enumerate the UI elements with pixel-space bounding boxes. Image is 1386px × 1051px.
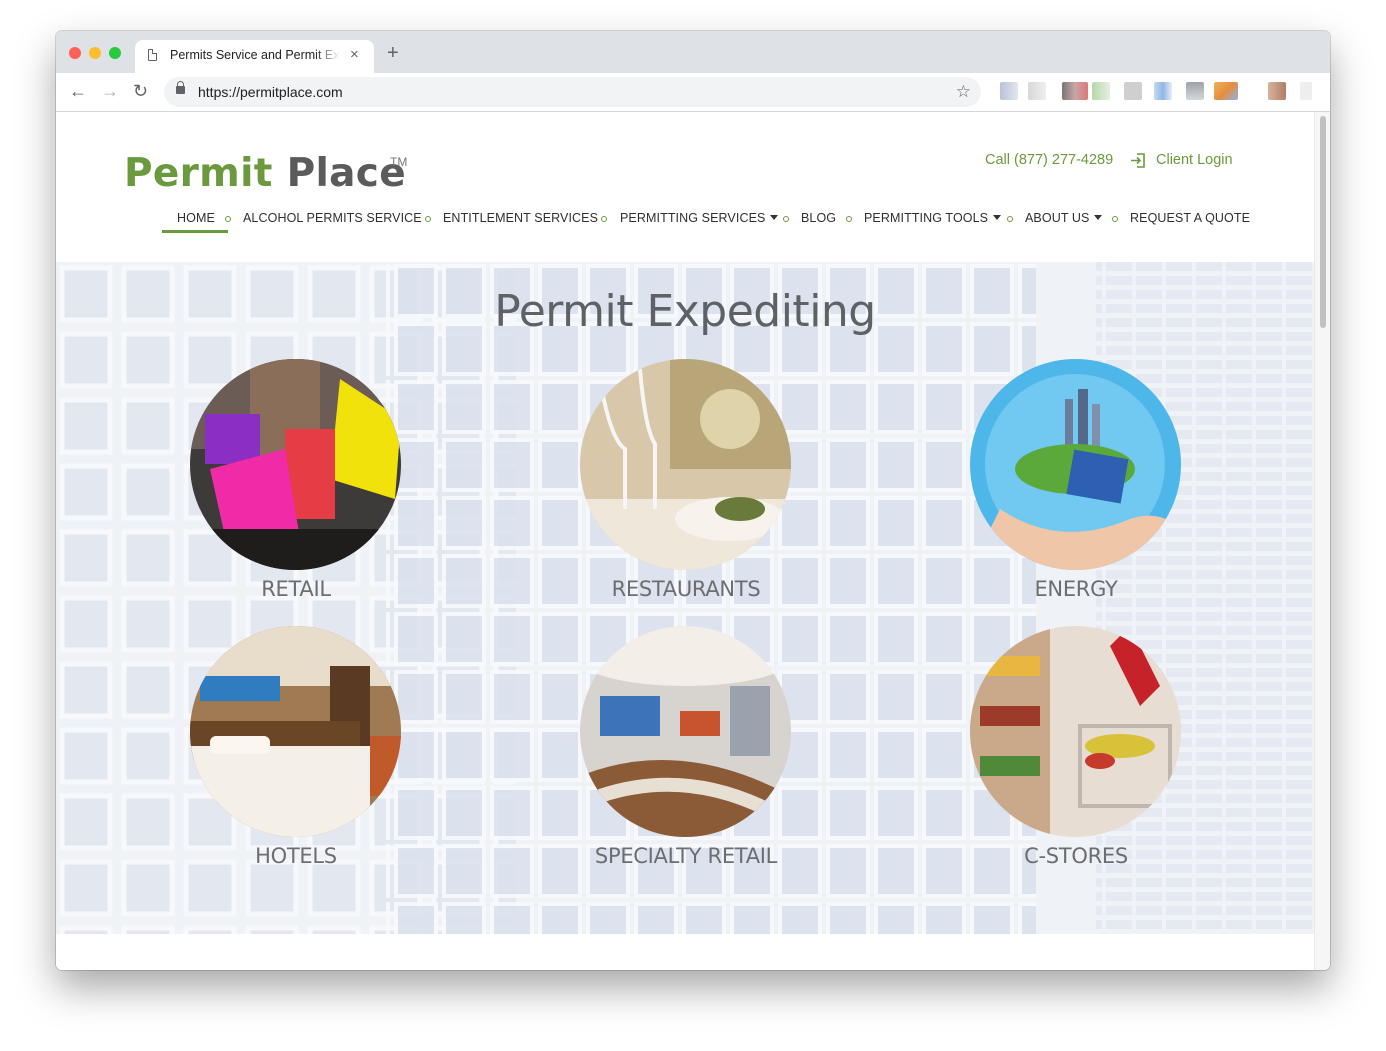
page-footer-area [56,934,1314,970]
nav-home[interactable]: HOME [177,211,215,225]
nav-blog[interactable]: BLOG [801,211,836,225]
card-label-hotels[interactable]: HOTELS [130,844,462,868]
logo-word-permit: Permit [124,151,273,196]
hero-title: Permit Expediting [494,286,876,337]
nav-about-us-label: ABOUT US [1025,211,1090,225]
nav-separator-dot [425,216,431,222]
new-tab-button[interactable]: + [387,43,399,63]
client-login-link[interactable]: Client Login [1156,152,1233,168]
bookmark-star-icon[interactable]: ☆ [956,82,971,102]
url-text[interactable]: https://permitplace.com [198,84,343,100]
browser-toolbar: ← → ↻ https://permitplace.com ☆ [56,73,1330,112]
trademark-mark: TM [390,155,408,169]
web-page: Permit Place TM Call (877) 277-4289 Clie… [56,112,1314,970]
card-label-restaurants[interactable]: RESTAURANTS [520,577,852,601]
extension-icon[interactable] [1028,82,1046,100]
specialty-retail-image[interactable] [580,626,791,837]
lock-icon [176,81,185,94]
extension-icon[interactable] [1062,82,1088,100]
card-label-energy[interactable]: ENERGY [910,577,1242,601]
nav-request-a-quote[interactable]: REQUEST A QUOTE [1130,211,1250,225]
c-stores-image[interactable] [970,626,1181,837]
nav-separator-dot [783,216,789,222]
caret-down-icon [993,215,1002,220]
retail-image[interactable] [190,359,401,570]
extension-icon[interactable] [1092,82,1110,100]
extension-icon[interactable] [1214,82,1238,100]
nav-permitting-tools[interactable]: PERMITTING TOOLS [864,211,1002,225]
maximize-window-button[interactable] [109,47,121,59]
minimize-window-button[interactable] [89,47,101,59]
extension-icon[interactable] [1154,82,1172,100]
energy-image[interactable] [970,359,1181,570]
logo-word-place: Place [286,151,406,196]
extension-icon[interactable] [1300,82,1312,100]
extension-icon[interactable] [1000,82,1018,100]
nav-separator-dot [225,216,231,222]
browser-window: Permits Service and Permit Exp × + ← → ↻… [56,31,1330,970]
card-label-retail[interactable]: RETAIL [130,577,462,601]
extension-icon[interactable] [1268,82,1286,100]
site-logo[interactable]: Permit Place [124,150,406,198]
extension-icon[interactable] [1186,82,1204,100]
close-window-button[interactable] [69,47,81,59]
nav-separator-dot [1007,216,1013,222]
nav-separator-dot [846,216,852,222]
reload-icon[interactable]: ↻ [133,81,148,101]
nav-alcohol-permits-service[interactable]: ALCOHOL PERMITS SERVICE [243,211,422,225]
nav-entitlement-services[interactable]: ENTITLEMENT SERVICES [443,211,598,225]
active-nav-underline [162,230,228,233]
nav-separator-dot [1112,216,1118,222]
caret-down-icon [1094,215,1103,220]
extension-icon[interactable] [1124,82,1142,100]
scrollbar-thumb[interactable] [1320,116,1326,328]
card-label-c-stores[interactable]: C-STORES [910,844,1242,868]
login-icon[interactable] [1130,153,1146,168]
nav-separator-dot [601,216,607,222]
caret-down-icon [770,215,779,220]
page-icon [148,49,157,61]
phone-link[interactable]: Call (877) 277-4289 [985,152,1113,168]
hero-section: Permit Expediting RETAIL RESTAURANTS ENE… [56,262,1314,934]
back-arrow-icon[interactable]: ← [69,81,87,101]
page-scrollbar[interactable] [1314,112,1330,970]
nav-permitting-services[interactable]: PERMITTING SERVICES [620,211,779,225]
hotels-image[interactable] [190,626,401,837]
main-nav: HOME ALCOHOL PERMITS SERVICE ENTITLEMENT… [56,211,1314,235]
nav-about-us[interactable]: ABOUT US [1025,211,1103,225]
tab-close-icon[interactable]: × [350,46,359,63]
tab-title: Permits Service and Permit Exp [170,48,340,62]
address-bar[interactable]: https://permitplace.com ☆ [164,77,981,107]
nav-permitting-tools-label: PERMITTING TOOLS [864,211,989,225]
forward-arrow-icon[interactable]: → [101,81,119,101]
browser-tab[interactable]: Permits Service and Permit Exp × [135,40,374,73]
nav-permitting-services-label: PERMITTING SERVICES [620,211,766,225]
restaurants-image[interactable] [580,359,791,570]
card-label-specialty-retail[interactable]: SPECIALTY RETAIL [520,844,852,868]
tab-strip: Permits Service and Permit Exp × + [56,31,1330,73]
